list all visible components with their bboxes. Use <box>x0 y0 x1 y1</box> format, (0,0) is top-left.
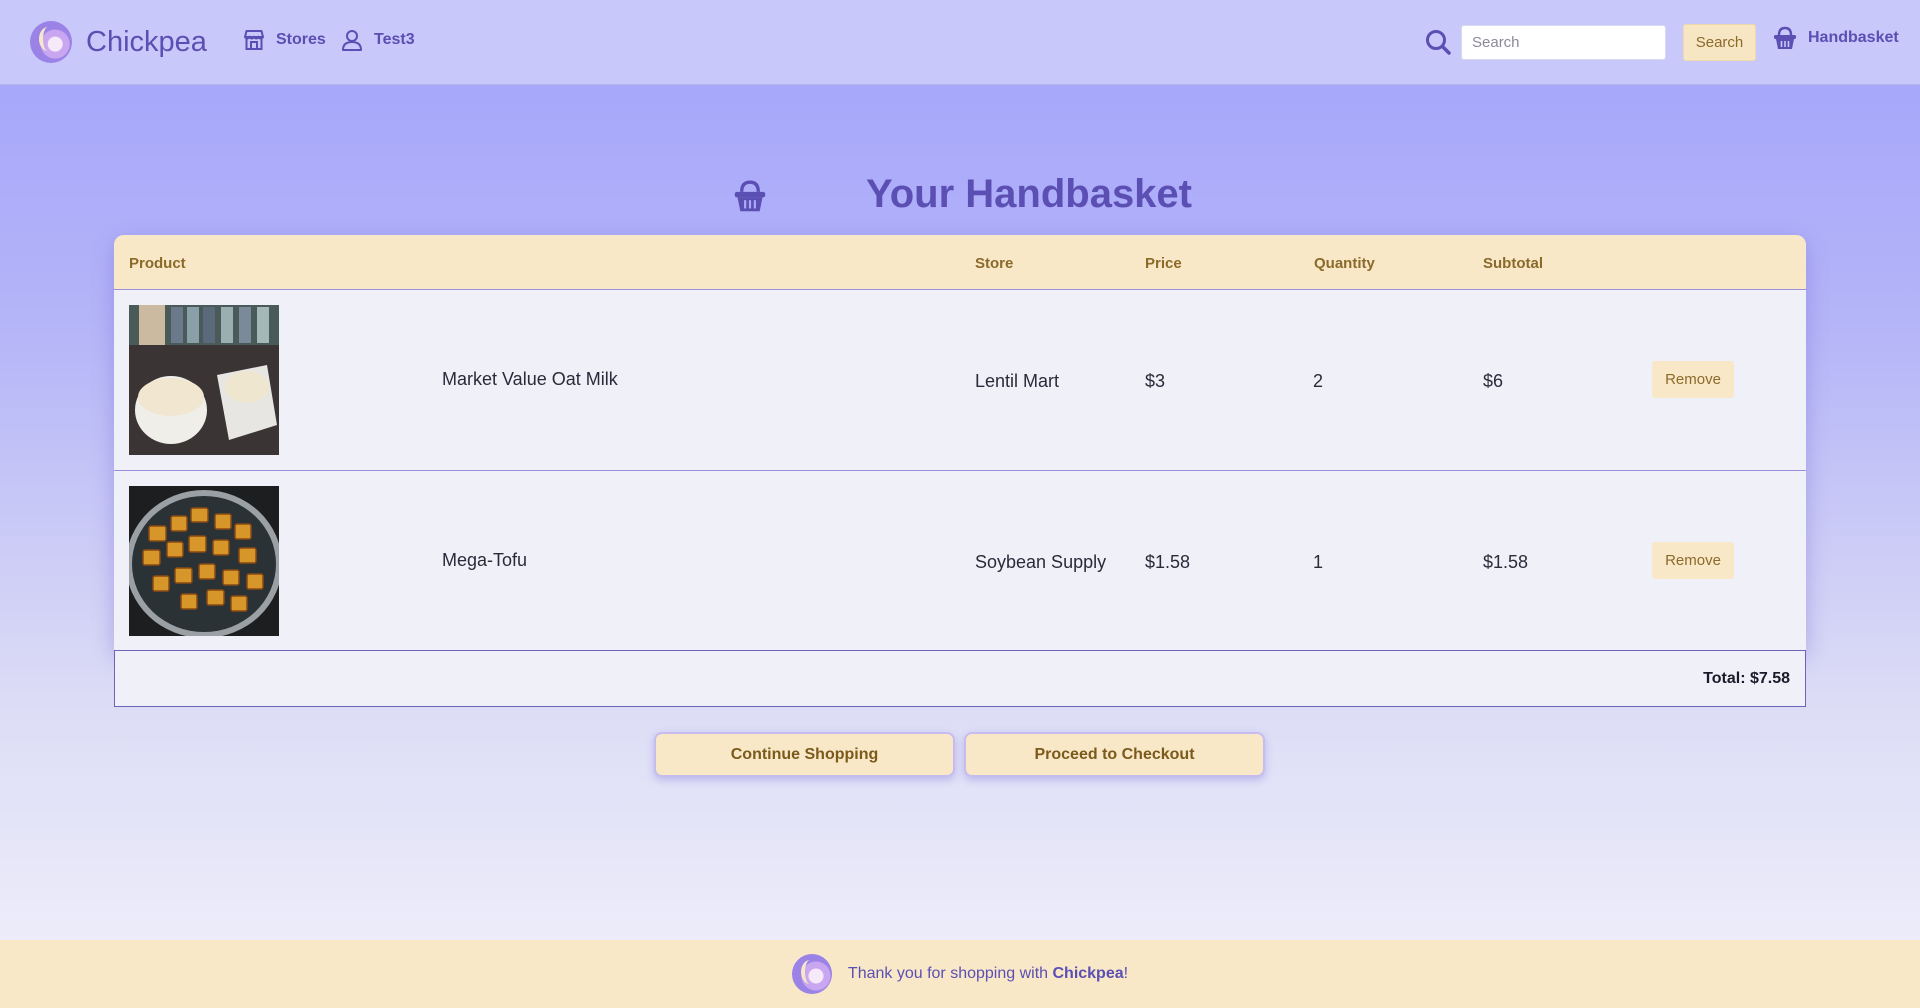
search-icon[interactable] <box>1424 28 1452 56</box>
continue-shopping-button[interactable]: Continue Shopping <box>654 732 955 777</box>
product-price: $3 <box>1145 371 1166 391</box>
basket-icon <box>734 180 766 212</box>
table-header-row: Product Store Price Quantity Subtotal <box>114 235 1806 290</box>
product-name[interactable]: Mega-Tofu <box>442 550 527 571</box>
header-product: Product <box>129 255 186 272</box>
page-title: Your Handbasket <box>866 172 1192 216</box>
product-price: $1.58 <box>1145 552 1191 572</box>
nav-user-label: Test3 <box>374 31 415 48</box>
oat-milk-product-image <box>129 305 279 455</box>
footer-text-after: ! <box>1123 965 1129 982</box>
search-input[interactable] <box>1461 25 1666 60</box>
remove-button[interactable]: Remove <box>1652 361 1734 398</box>
footer-text: Thank you for shopping with Chickpea! <box>848 965 1128 983</box>
basket-total: Total: $7.58 <box>1703 670 1790 687</box>
nav-user-link[interactable]: Test3 <box>340 28 415 52</box>
product-store: Lentil Mart <box>975 371 1060 391</box>
total-row: Total: $7.58 <box>114 651 1806 707</box>
proceed-to-checkout-button[interactable]: Proceed to Checkout <box>964 732 1265 777</box>
product-subtotal: $1.58 <box>1483 552 1529 572</box>
footer-brand: Chickpea <box>1052 965 1124 982</box>
tofu-product-image <box>129 486 279 636</box>
basket-icon <box>1774 26 1796 49</box>
product-subtotal: $6 <box>1483 371 1504 391</box>
nav-stores-link[interactable]: Stores <box>242 28 326 52</box>
nav-handbasket-link[interactable]: Handbasket <box>1772 25 1899 51</box>
chickpea-logo-icon <box>791 954 832 994</box>
brand-name: Chickpea <box>86 25 207 58</box>
user-icon <box>342 30 362 51</box>
brand-link[interactable]: Chickpea <box>30 21 207 63</box>
nav-stores-label: Stores <box>276 31 326 48</box>
handbasket-table: Product Store Price Quantity Subtotal Ma… <box>114 235 1806 651</box>
header-subtotal: Subtotal <box>1483 255 1543 272</box>
footer: Thank you for shopping with Chickpea! <box>0 940 1920 1008</box>
header-price: Price <box>1145 255 1182 272</box>
navbar: Chickpea Stores Test3 Search Ha <box>0 0 1920 85</box>
header-store: Store <box>975 255 1014 272</box>
table-row: Mega-Tofu Soybean Supply $1.58 1 $1.58 R… <box>114 471 1806 651</box>
storefront-icon <box>244 30 264 50</box>
chickpea-logo-icon <box>30 21 72 63</box>
search-button[interactable]: Search <box>1683 24 1756 61</box>
table-row: Market Value Oat Milk Lentil Mart $3 2 $… <box>114 290 1806 471</box>
remove-button[interactable]: Remove <box>1652 542 1734 579</box>
header-quantity: Quantity <box>1314 255 1375 272</box>
footer-text-before: Thank you for shopping with <box>847 965 1053 982</box>
product-quantity: 1 <box>1313 552 1324 572</box>
product-store: Soybean Supply <box>975 552 1107 572</box>
product-quantity: 2 <box>1313 371 1324 391</box>
nav-handbasket-label: Handbasket <box>1808 29 1899 46</box>
page-header: Your Handbasket <box>0 172 1920 222</box>
product-name[interactable]: Market Value Oat Milk <box>442 369 618 390</box>
